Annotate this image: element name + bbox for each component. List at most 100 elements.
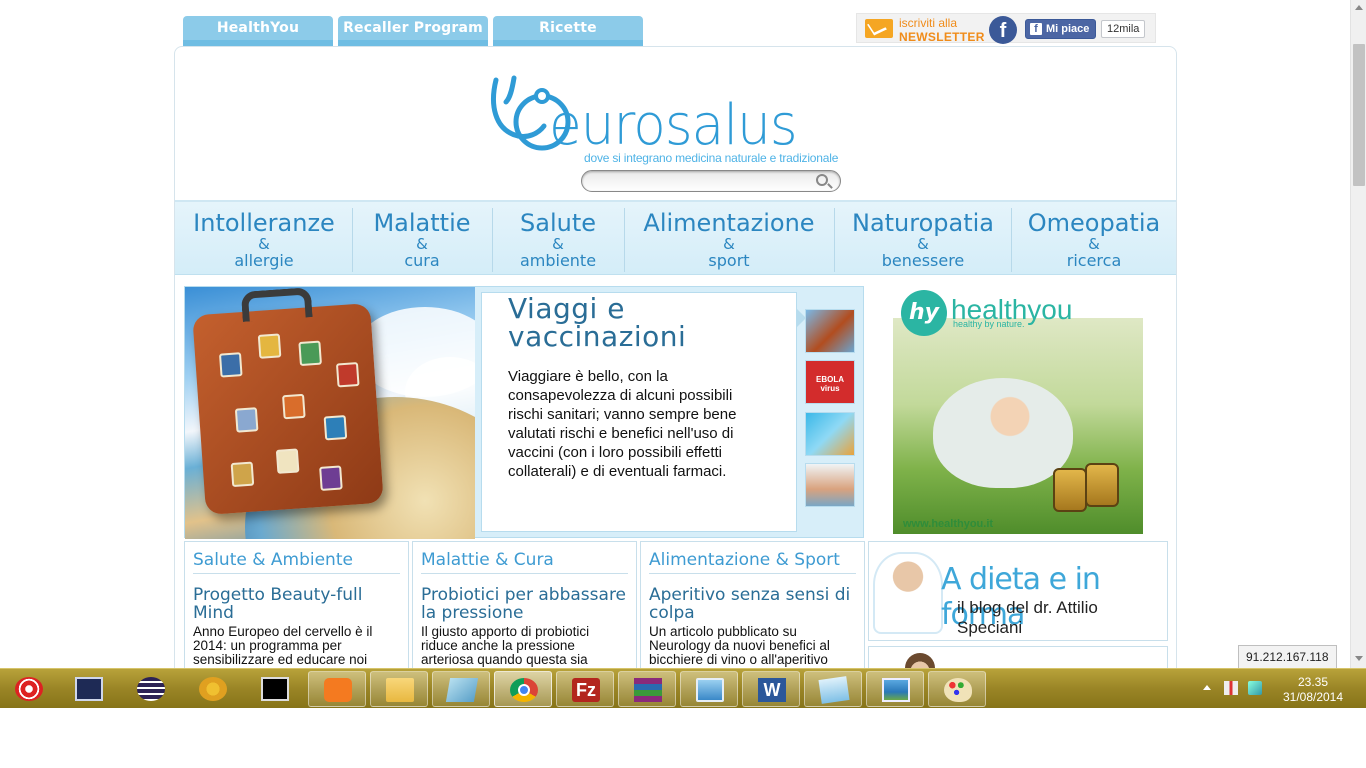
card-category[interactable]: Alimentazione & Sport (649, 550, 856, 574)
notes-icon (818, 676, 850, 704)
facebook-like-button[interactable]: f Mi piace (1025, 19, 1097, 39)
taskbar-eclipse[interactable] (122, 671, 180, 707)
scrollbar-thumb[interactable] (1353, 44, 1365, 186)
search-icon[interactable] (816, 174, 828, 186)
nav-sub: ambiente (519, 251, 597, 270)
healthyou-logo-icon: hy (901, 290, 947, 336)
nav-amp: & (1088, 235, 1100, 253)
window-manager-icon (75, 677, 103, 701)
nav-title: Naturopatia (851, 209, 995, 237)
browser-viewport: HealthYou Recaller Program Ricette iscri… (0, 0, 1350, 668)
word-icon: W (758, 678, 786, 702)
vertical-scrollbar[interactable] (1350, 0, 1366, 668)
chrome-canary-icon (199, 677, 227, 701)
tab-ricette[interactable]: Ricette (493, 16, 643, 46)
article-card[interactable]: Alimentazione & Sport Aperitivo senza se… (640, 541, 865, 668)
taskbar-clock[interactable]: 23.35 31/08/2014 (1276, 675, 1350, 705)
taskbar-cmd[interactable] (246, 671, 304, 707)
ad-url[interactable]: www.healthyou.it (903, 518, 993, 530)
paint-icon (944, 678, 972, 702)
blog-banner[interactable]: A dieta e in forma il blog del dr. Attil… (868, 541, 1168, 641)
file-explorer-icon (386, 678, 414, 702)
card-body: Un articolo pubblicato su Neurology da n… (649, 624, 830, 667)
nav-amp: & (917, 235, 929, 253)
taskbar-chrome[interactable] (494, 671, 552, 707)
nav-malattie[interactable]: Malattie & cura (357, 208, 487, 272)
nav-divider (352, 208, 353, 272)
thumb-pool[interactable] (805, 412, 855, 456)
doctor-avatar (905, 653, 935, 668)
article-card[interactable]: Salute & Ambiente Progetto Beauty-full M… (184, 541, 409, 668)
nav-sub: benessere (881, 251, 965, 270)
article-card[interactable]: Malattie & Cura Probiotici per abbassare… (412, 541, 637, 668)
xampp-icon (324, 678, 352, 702)
ad-slogan: healthy by nature. (953, 319, 1025, 329)
tab-label: HealthYou (216, 20, 300, 36)
nav-intolleranze[interactable]: Intolleranze & allergie (189, 208, 339, 272)
scroll-down-icon[interactable] (1355, 656, 1363, 661)
nav-naturopatia[interactable]: Naturopatia & benessere (839, 208, 1007, 272)
suitcase-illustration (192, 287, 384, 515)
nav-divider (1011, 208, 1012, 272)
thumb-ebola-text: EBOLA virus (816, 375, 844, 393)
clock-date: 31/08/2014 (1282, 690, 1344, 704)
thumb-beach[interactable] (805, 463, 855, 507)
nav-sub: sport (708, 251, 750, 270)
clock-time: 23.35 (1297, 675, 1329, 689)
card-category[interactable]: Salute & Ambiente (193, 550, 400, 574)
taskbar-file-explorer[interactable] (370, 671, 428, 707)
taskbar-window-manager[interactable] (60, 671, 118, 707)
nav-amp: & (416, 235, 428, 253)
ad-image (893, 318, 1143, 534)
taskbar-app-red[interactable] (0, 671, 58, 707)
taskbar-word[interactable]: W (742, 671, 800, 707)
newsletter-line1: iscriviti alla (899, 16, 958, 30)
taskbar-notes[interactable] (804, 671, 862, 707)
sync-icon[interactable] (1248, 681, 1262, 695)
card-category[interactable]: Malattie & Cura (421, 550, 628, 574)
thumb-ebola[interactable]: EBOLA virus (805, 360, 855, 404)
status-url-tooltip: 91.212.167.118 (1238, 645, 1337, 668)
taskbar-filezilla[interactable]: Fz (556, 671, 614, 707)
taskbar-remote-desktop[interactable] (680, 671, 738, 707)
taskbar-winrar[interactable] (618, 671, 676, 707)
newsletter-link[interactable]: iscriviti alla NEWSLETTER (899, 16, 985, 44)
nav-salute[interactable]: Salute & ambiente (493, 208, 623, 272)
thumb-viaggi[interactable] (805, 309, 855, 353)
scroll-up-icon[interactable] (1355, 5, 1363, 10)
woman-illustration (933, 378, 1073, 488)
card-title[interactable]: Progetto Beauty-full Mind (193, 586, 400, 622)
image-viewer-icon (882, 678, 910, 702)
notepad-icon (445, 678, 479, 702)
eclipse-icon (137, 677, 165, 701)
taskbar-chrome-canary[interactable] (184, 671, 242, 707)
nav-title: Alimentazione (643, 209, 815, 237)
taskbar-image-viewer[interactable] (866, 671, 924, 707)
taskbar-xampp[interactable] (308, 671, 366, 707)
card-title[interactable]: Probiotici per abbassare la pressione (421, 586, 628, 622)
healthyou-ad-banner[interactable]: hy healthyou healthy by nature. www.heal… (893, 288, 1143, 534)
tab-recaller-program[interactable]: Recaller Program (338, 16, 488, 46)
social-bar: iscriviti alla NEWSLETTER f f Mi piace 1… (856, 13, 1156, 44)
nav-title: Salute (520, 209, 596, 237)
envelope-icon[interactable] (865, 19, 893, 38)
nav-omeopatia[interactable]: Omeopatia & ricerca (1015, 208, 1173, 272)
tab-label: Recaller Program (343, 20, 483, 36)
nav-sub: ricerca (1066, 251, 1122, 270)
featured-title[interactable]: Viaggi e vaccinazioni (508, 295, 796, 351)
second-banner[interactable] (868, 646, 1168, 668)
site-logo[interactable]: eurosalus (549, 93, 798, 158)
network-icon[interactable] (1224, 681, 1238, 695)
taskbar-notepad[interactable] (432, 671, 490, 707)
featured-text-panel[interactable]: Viaggi e vaccinazioni Viaggiare è bello,… (481, 292, 797, 532)
card-title[interactable]: Aperitivo senza sensi di colpa (649, 586, 856, 622)
search-input[interactable] (581, 170, 841, 192)
facebook-icon[interactable]: f (989, 16, 1017, 44)
featured-image[interactable] (185, 287, 475, 539)
tab-healthyou[interactable]: HealthYou (183, 16, 333, 46)
filezilla-icon: Fz (572, 678, 600, 702)
show-hidden-icons-icon[interactable] (1203, 685, 1211, 690)
taskbar-paint[interactable] (928, 671, 986, 707)
nav-alimentazione[interactable]: Alimentazione & sport (629, 208, 829, 272)
featured-slider: Viaggi e vaccinazioni Viaggiare è bello,… (184, 286, 864, 539)
